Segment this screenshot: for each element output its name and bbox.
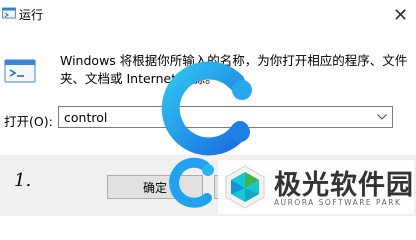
c-logo-small-icon — [169, 157, 214, 208]
combo-dropdown-button[interactable] — [372, 107, 392, 127]
watermark-name: 极光软件园 — [274, 170, 414, 201]
title-bar: 运行 ✕ — [0, 0, 416, 30]
close-icon: ✕ — [392, 4, 409, 26]
chevron-down-icon — [377, 114, 387, 120]
run-dialog-icon — [4, 59, 36, 83]
run-app-icon — [2, 7, 16, 19]
watermark-subtitle: AURORA SOFTWARE PARK — [274, 198, 402, 207]
window-title: 运行 — [19, 8, 44, 22]
watermark: 极光软件园 AURORA SOFTWARE PARK — [218, 160, 414, 214]
step-number: 1. — [14, 170, 32, 191]
aurora-logo-icon — [225, 165, 265, 209]
open-label: 打开(O): — [4, 114, 53, 129]
close-button[interactable]: ✕ — [385, 0, 416, 30]
c-logo-icon — [161, 61, 252, 156]
